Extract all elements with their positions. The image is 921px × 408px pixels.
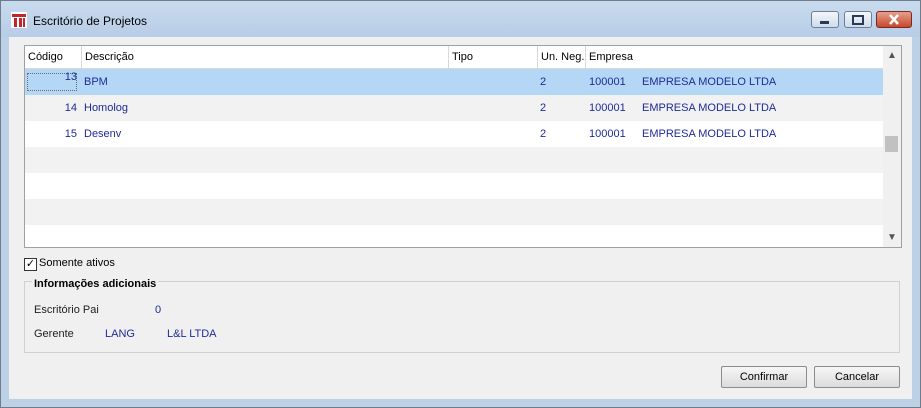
scroll-down-icon[interactable]: ▼: [883, 230, 901, 246]
table-row[interactable]: 13 BPM 2 100001 EMPRESA MODELO LTDA: [25, 69, 883, 95]
grid-header: Código Descrição Tipo Un. Neg. Empresa: [25, 46, 883, 69]
cell-descricao[interactable]: Homolog: [84, 95, 128, 121]
column-header-un-neg[interactable]: Un. Neg.: [538, 46, 586, 68]
maximize-button[interactable]: [844, 11, 872, 28]
table-row[interactable]: 15 Desenv 2 100001 EMPRESA MODELO LTDA: [25, 121, 883, 147]
info-group-title: Informações adicionais: [32, 278, 159, 290]
cell-codigo[interactable]: 14: [25, 95, 77, 121]
cell-codigo[interactable]: 15: [25, 121, 77, 147]
empty-row: [25, 199, 883, 225]
cell-descricao[interactable]: BPM: [84, 69, 108, 95]
column-header-empresa[interactable]: Empresa: [586, 46, 883, 68]
gerente-code: LANG: [105, 328, 135, 340]
cell-empresa-codigo[interactable]: 100001: [589, 69, 626, 95]
somente-ativos-checkbox[interactable]: ✓: [24, 258, 37, 271]
cell-descricao[interactable]: Desenv: [84, 121, 121, 147]
info-group: Informações adicionais Escritório Pai 0 …: [24, 278, 900, 353]
cell-empresa-codigo[interactable]: 100001: [589, 95, 626, 121]
empty-row: [25, 147, 883, 173]
cell-empresa-codigo[interactable]: 100001: [589, 121, 626, 147]
empty-row: [25, 225, 883, 247]
empty-row: [25, 173, 883, 199]
projects-grid[interactable]: Código Descrição Tipo Un. Neg. Empresa 1…: [24, 45, 902, 248]
app-window: Escritório de Projetos Código Descrição …: [0, 0, 921, 408]
scroll-up-icon[interactable]: ▲: [883, 48, 901, 64]
dialog-body: Código Descrição Tipo Un. Neg. Empresa 1…: [9, 37, 912, 399]
cell-empresa-nome[interactable]: EMPRESA MODELO LTDA: [642, 69, 776, 95]
cell-empresa-nome[interactable]: EMPRESA MODELO LTDA: [642, 95, 776, 121]
escritorio-pai-value: 0: [155, 304, 162, 316]
column-header-tipo[interactable]: Tipo: [449, 46, 538, 68]
restore-icon: [852, 15, 864, 25]
vertical-scrollbar[interactable]: ▲ ▼: [883, 46, 901, 247]
table-row[interactable]: 14 Homolog 2 100001 EMPRESA MODELO LTDA: [25, 95, 883, 121]
cell-un-neg[interactable]: 2: [540, 69, 546, 95]
gerente-label: Gerente: [34, 328, 74, 340]
cell-un-neg[interactable]: 2: [540, 121, 546, 147]
app-logo-icon: [11, 12, 27, 28]
cancel-button[interactable]: Cancelar: [814, 366, 900, 388]
column-header-descricao[interactable]: Descrição: [82, 46, 449, 68]
cell-codigo[interactable]: 13: [25, 64, 77, 90]
checkmark-icon: ✓: [25, 258, 36, 270]
scroll-thumb[interactable]: [885, 136, 898, 152]
minimize-icon: [820, 21, 829, 24]
title-bar: Escritório de Projetos: [1, 1, 920, 37]
somente-ativos-label: Somente ativos: [39, 257, 115, 269]
window-title: Escritório de Projetos: [33, 14, 148, 28]
gerente-name: L&L LTDA: [167, 328, 217, 340]
escritorio-pai-label: Escritório Pai: [34, 304, 99, 316]
confirm-button[interactable]: Confirmar: [721, 366, 807, 388]
close-icon: [889, 14, 899, 25]
cell-empresa-nome[interactable]: EMPRESA MODELO LTDA: [642, 121, 776, 147]
close-button[interactable]: [876, 11, 912, 28]
cell-un-neg[interactable]: 2: [540, 95, 546, 121]
minimize-button[interactable]: [811, 11, 839, 28]
